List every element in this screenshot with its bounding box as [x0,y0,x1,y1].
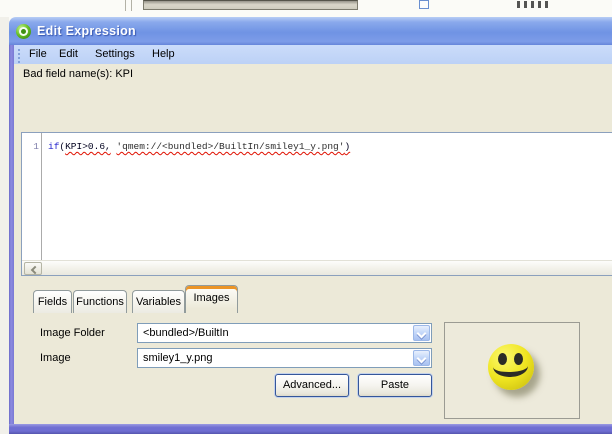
expression-string: 'qmem://<bundled>/BuiltIn/smiley1_y.png' [116,141,345,152]
image-folder-value: <bundled>/BuiltIn [143,327,229,339]
tab-functions[interactable]: Functions [73,290,127,313]
line-number-gutter: 1 [22,133,42,260]
editor-horizontal-scrollbar[interactable] [22,260,612,275]
image-preview-panel [444,322,580,419]
dialog-title: Edit Expression [37,24,136,38]
image-label: Image [40,352,71,364]
expression-condition: KPI>0.6, [65,141,111,152]
image-folder-label: Image Folder [40,327,105,339]
expression-keyword: if [48,141,60,152]
menu-bar: File Edit Settings Help [14,45,612,64]
smiley-face-icon [488,344,534,390]
qlikview-app-icon[interactable] [16,23,31,39]
background-bar-fragment [143,0,358,10]
scroll-left-arrow-icon[interactable] [24,262,42,275]
image-value: smiley1_y.png [143,352,213,364]
image-folder-combobox[interactable]: <bundled>/BuiltIn [137,323,432,343]
background-scrollbar-fragment [125,0,132,11]
menu-settings[interactable]: Settings [91,45,139,64]
chevron-down-icon[interactable] [413,350,430,366]
screenshot-root: Edit Expression File Edit Settings Help … [0,0,612,434]
dialog-titlebar[interactable]: Edit Expression [9,17,612,45]
background-checkbox-icon [419,0,429,9]
window-bottom-border [9,424,612,434]
background-clipped-text [517,1,551,8]
bad-field-message: Bad field name(s): KPI [23,68,134,80]
menu-help[interactable]: Help [148,45,179,64]
chevron-down-icon[interactable] [413,325,430,341]
tab-variables[interactable]: Variables [132,290,185,313]
image-combobox[interactable]: smiley1_y.png [137,348,432,368]
menubar-grip-handle[interactable] [18,49,20,51]
line-number: 1 [33,141,39,152]
expression-paren-close: ) [344,141,351,152]
dialog-body: Bad field name(s): KPI 1 if(KPI>0.6, 'qm… [14,64,612,424]
background-window-strip [0,0,612,17]
advanced-button[interactable]: Advanced... [275,374,349,397]
expression-text: if(KPI>0.6, 'qmem://<bundled>/BuiltIn/sm… [48,141,350,152]
edit-expression-dialog: Edit Expression File Edit Settings Help … [9,17,612,424]
tab-fields[interactable]: Fields [33,290,72,313]
paste-button[interactable]: Paste [358,374,432,397]
menu-file[interactable]: File [25,45,51,64]
expression-editor[interactable]: 1 if(KPI>0.6, 'qmem://<bundled>/BuiltIn/… [21,132,612,276]
background-window-edge [0,0,9,434]
tab-images[interactable]: Images [185,285,238,313]
menu-edit[interactable]: Edit [55,45,82,64]
smiley-mouth [492,355,529,378]
